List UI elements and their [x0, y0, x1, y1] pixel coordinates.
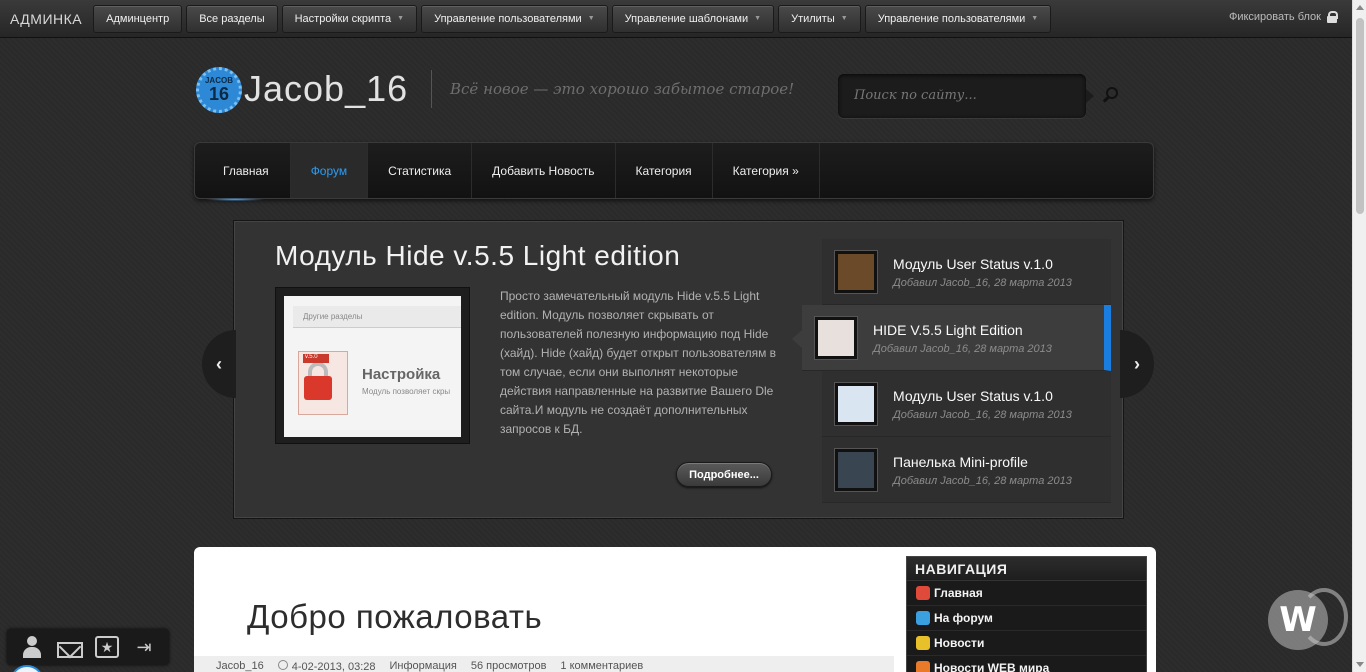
thumb-title: HIDE V.5.5 Light Edition — [873, 322, 1023, 338]
clock-icon — [277, 659, 288, 670]
nav-item-statistics[interactable]: Статистика — [368, 143, 473, 198]
watermark-logo: W — [1268, 580, 1348, 660]
slide-image-topbar: Другие разделы — [293, 306, 461, 328]
more-button[interactable]: Подробнее... — [676, 462, 772, 487]
scroll-up-icon[interactable] — [1356, 5, 1364, 10]
nav-item-add-news[interactable]: Добавить Новость — [472, 143, 616, 198]
thumb-meta: Добавил Jacob_16, 28 марта 2013 — [873, 343, 1052, 355]
article-title[interactable]: Добро пожаловать — [247, 598, 542, 636]
thumb-meta: Добавил Jacob_16, 28 марта 2013 — [893, 409, 1072, 421]
admin-brand[interactable]: АДМИНКА — [10, 11, 82, 27]
sidebar-item-forum[interactable]: На форум — [907, 606, 1146, 631]
admin-button-user-management-2[interactable]: Управление пользователями ▼ — [864, 4, 1052, 33]
nav-item-home[interactable]: Главная — [195, 143, 291, 201]
thumb-image — [834, 382, 878, 426]
slider-thumbnails: Модуль User Status v.1.0 Добавил Jacob_1… — [792, 239, 1111, 503]
chevron-down-icon: ▼ — [754, 15, 762, 22]
chevron-down-icon: ▼ — [397, 15, 405, 22]
lock-icon — [1327, 11, 1338, 23]
page-scrollbar[interactable] — [1352, 0, 1366, 672]
slider-thumb[interactable]: Модуль User Status v.1.0 Добавил Jacob_1… — [822, 371, 1111, 437]
slide-image[interactable]: Другие разделы v.5.0 Настройка Модуль по… — [275, 287, 470, 444]
slider-thumb-active[interactable]: HIDE V.5.5 Light Edition Добавил Jacob_1… — [792, 305, 1111, 371]
star-icon — [916, 636, 930, 650]
article-category[interactable]: Информация — [390, 660, 457, 672]
site-name[interactable]: Jacob_16 — [244, 68, 408, 110]
thumb-meta: Добавил Jacob_16, 28 марта 2013 — [893, 277, 1072, 289]
admin-button-template-management[interactable]: Управление шаблонами ▼ — [611, 4, 775, 33]
login-icon[interactable]: ⇥ — [131, 636, 157, 658]
sidebar-item-web-news[interactable]: Новости WEB мира — [907, 656, 1146, 672]
fix-block-label: Фиксировать блок — [1228, 11, 1321, 23]
slider-next-button[interactable]: › — [1120, 330, 1154, 398]
search-icon[interactable] — [1103, 87, 1118, 101]
home-icon — [916, 586, 930, 600]
nav-item-category-more[interactable]: Категория » — [713, 143, 820, 198]
chevron-left-icon: ‹ — [216, 353, 222, 374]
padlock-body — [304, 376, 332, 400]
admin-button-all-sections[interactable]: Все разделы — [186, 4, 278, 33]
article-author[interactable]: Jacob_16 — [216, 660, 264, 672]
scroll-down-icon[interactable] — [1356, 662, 1364, 667]
article-comments[interactable]: 1 комментариев — [560, 660, 643, 672]
admin-button-admin-center[interactable]: Админцентр — [93, 4, 183, 33]
chevron-down-icon: ▼ — [840, 15, 848, 22]
chevron-right-icon: › — [1134, 353, 1140, 374]
chevron-down-icon: ▼ — [1031, 15, 1039, 22]
slide-image-heading: Настройка — [362, 366, 441, 383]
article-meta: Jacob_16 4-02-2013, 03:28 Информация 56 … — [194, 656, 894, 672]
avatar[interactable] — [10, 665, 44, 672]
slider-prev-button[interactable]: ‹ — [202, 330, 236, 398]
thumb-image — [834, 250, 878, 294]
scroll-thumb[interactable] — [1356, 18, 1364, 214]
logo-badge[interactable]: JACOB 16 — [196, 67, 242, 113]
favorites-icon[interactable]: ★ — [95, 636, 119, 658]
mail-icon[interactable] — [57, 642, 83, 658]
sidebar-item-home[interactable]: Главная — [907, 581, 1146, 606]
thumb-image — [834, 448, 878, 492]
thumb-meta: Добавил Jacob_16, 28 марта 2013 — [893, 475, 1072, 487]
chevron-down-icon: ▼ — [587, 15, 595, 22]
search-input[interactable]: Поиск по сайту... — [838, 74, 1094, 118]
article-date: 4-02-2013, 03:28 — [277, 659, 376, 672]
info-icon — [916, 661, 930, 672]
chat-icon — [916, 611, 930, 625]
nav-item-forum[interactable]: Форум — [290, 143, 369, 198]
version-tag: v.5.0 — [303, 354, 329, 363]
slide-description: Просто замечательный модуль Hide v.5.5 L… — [500, 289, 777, 436]
user-icon[interactable] — [19, 636, 45, 658]
slide-image-subtext: Модуль позволяет скры — [362, 387, 451, 396]
thumb-image — [814, 316, 858, 360]
thumb-title: Панелька Mini-profile — [893, 454, 1028, 470]
site-slogan: Всё новое — это хорошо забытое старое! — [450, 80, 795, 98]
admin-button-user-management[interactable]: Управление пользователями ▼ — [421, 4, 608, 33]
sidebar-navigation: НАВИГАЦИЯ Главная На форум Новости Новос… — [906, 556, 1147, 672]
sidebar-heading: НАВИГАЦИЯ — [907, 557, 1146, 581]
main-nav: Главная Форум Статистика Добавить Новост… — [194, 142, 1154, 201]
header-divider — [431, 70, 432, 108]
sidebar-item-news[interactable]: Новости — [907, 631, 1146, 656]
thumb-title: Модуль User Status v.1.0 — [893, 256, 1053, 272]
admin-button-utilities[interactable]: Утилиты ▼ — [778, 4, 861, 33]
fix-block-toggle[interactable]: Фиксировать блок — [1228, 11, 1338, 23]
admin-button-script-settings[interactable]: Настройки скрипта ▼ — [281, 4, 418, 33]
admin-toolbar: АДМИНКА Админцентр Все разделы Настройки… — [0, 0, 1352, 38]
thumb-title: Модуль User Status v.1.0 — [893, 388, 1053, 404]
user-panel: ★ ⇥ — [7, 629, 169, 665]
nav-item-category[interactable]: Категория — [616, 143, 713, 198]
slide-title[interactable]: Модуль Hide v.5.5 Light edition — [275, 240, 680, 272]
slider-thumb[interactable]: Панелька Mini-profile Добавил Jacob_16, … — [822, 437, 1111, 503]
article-views: 56 просмотров — [470, 660, 547, 672]
slider-thumb[interactable]: Модуль User Status v.1.0 Добавил Jacob_1… — [822, 239, 1111, 305]
